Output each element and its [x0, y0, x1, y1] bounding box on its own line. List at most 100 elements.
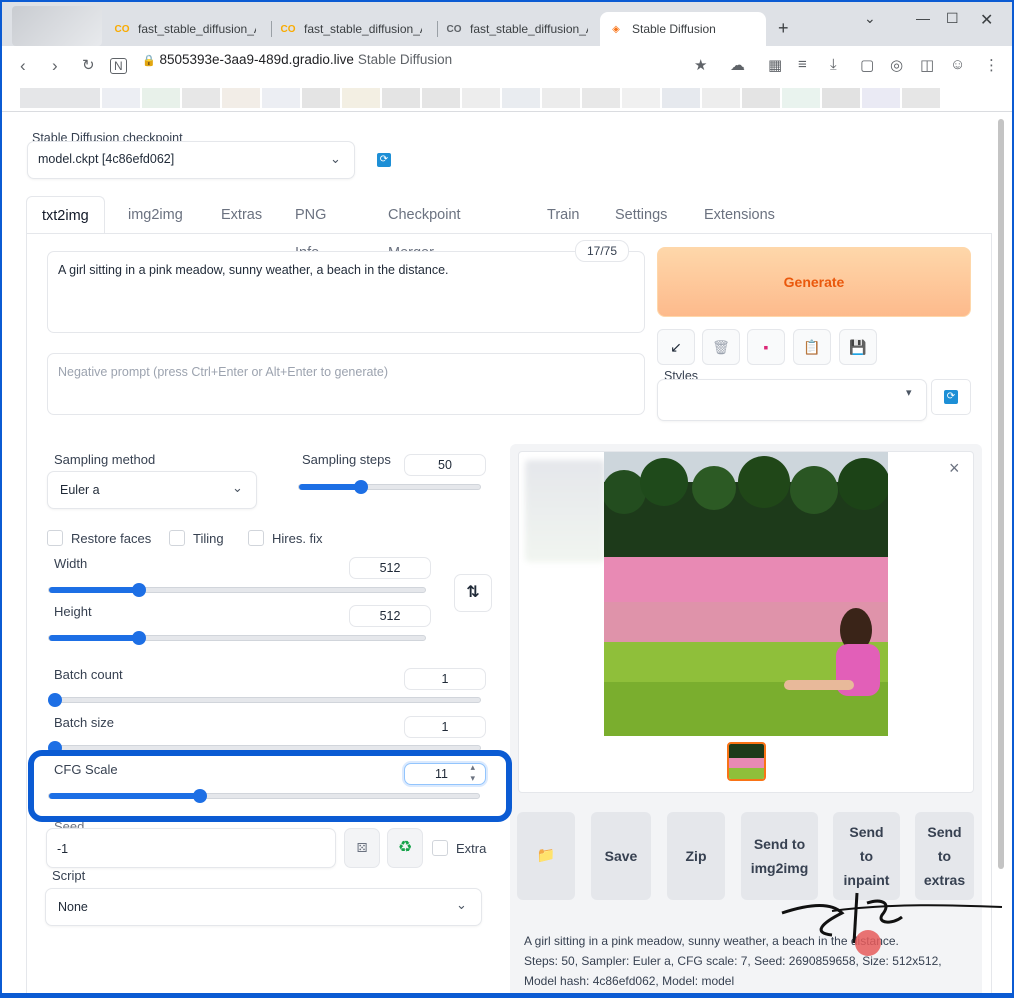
bookmark-item[interactable]: [462, 88, 500, 108]
tab-txt2img[interactable]: txt2img: [26, 196, 105, 234]
bookmark-item[interactable]: [822, 88, 860, 108]
bookmark-item[interactable]: [542, 88, 580, 108]
minimize-icon[interactable]: —: [916, 10, 930, 26]
screenshot-icon[interactable]: ◎: [890, 56, 903, 74]
bookmark-item[interactable]: [582, 88, 620, 108]
extension-icon[interactable]: ☁: [730, 56, 745, 74]
browser-tab-active[interactable]: ◈ Stable Diffusion: [600, 12, 766, 46]
slider-thumb[interactable]: [48, 693, 62, 707]
caret-down-icon: ▾: [906, 387, 912, 399]
restore-faces-checkbox[interactable]: Restore faces: [47, 530, 151, 546]
show-extra-networks-button[interactable]: ▪: [747, 329, 785, 365]
bookmark-star-icon[interactable]: ★: [694, 56, 707, 74]
address-bar: ‹ › ↻ N 🔒 8505393e-3aa9-489d.gradio.live…: [2, 46, 1012, 86]
bookmark-item[interactable]: [502, 88, 540, 108]
tab-img2img[interactable]: img2img: [128, 196, 183, 234]
tab-checkpoint-merger[interactable]: Checkpoint Merger: [388, 196, 461, 261]
bookmark-item[interactable]: [222, 88, 260, 108]
close-gallery-icon[interactable]: ×: [949, 458, 960, 479]
tab-train[interactable]: Train: [547, 196, 580, 234]
cast-icon[interactable]: ▢: [860, 56, 874, 74]
download-icon[interactable]: ⤓: [830, 56, 837, 73]
save-style-button[interactable]: 💾: [839, 329, 877, 365]
bookmark-item[interactable]: [662, 88, 700, 108]
maximize-icon[interactable]: ☐: [946, 10, 959, 27]
clear-prompt-button[interactable]: 🗑: [702, 329, 740, 365]
reuse-seed-button[interactable]: ♻: [387, 828, 423, 868]
bookmark-item[interactable]: [342, 88, 380, 108]
slider-thumb[interactable]: [353, 480, 368, 494]
refresh-checkpoint-button[interactable]: ⟳: [371, 147, 397, 173]
height-input[interactable]: 512: [349, 605, 431, 627]
batch-size-input[interactable]: 1: [404, 716, 486, 738]
bookmark-item[interactable]: [862, 88, 900, 108]
sidepanel-icon[interactable]: ◫: [920, 56, 934, 74]
zip-button[interactable]: Zip: [667, 812, 725, 900]
height-slider[interactable]: [48, 631, 426, 645]
bookmark-item[interactable]: [182, 88, 220, 108]
bookmark-item[interactable]: [902, 88, 940, 108]
bookmark-item[interactable]: [102, 88, 140, 108]
sampling-method-dropdown[interactable]: Euler a ⌄: [47, 471, 257, 509]
hires-fix-checkbox[interactable]: Hires. fix: [248, 530, 323, 546]
tab-settings[interactable]: Settings: [615, 196, 667, 234]
browser-tab-3[interactable]: CO fast_stable_diffusion_AU: [438, 12, 600, 46]
read-params-button[interactable]: ↙: [657, 329, 695, 365]
close-window-icon[interactable]: ✕: [980, 10, 993, 30]
seed-input[interactable]: -1: [46, 828, 336, 868]
bookmark-item[interactable]: [262, 88, 300, 108]
tab-png-info[interactable]: PNG Info: [295, 196, 326, 261]
bookmark-item[interactable]: [20, 88, 100, 108]
tab-extensions[interactable]: Extensions: [704, 196, 775, 234]
save-button[interactable]: Save: [591, 812, 651, 900]
bookmark-item[interactable]: [302, 88, 340, 108]
script-dropdown[interactable]: None ⌄: [45, 888, 482, 926]
width-slider[interactable]: [48, 583, 426, 597]
random-seed-button[interactable]: ⚄: [344, 828, 380, 868]
reload-icon[interactable]: ↻: [82, 56, 95, 74]
browser-tab-1[interactable]: CO fast_stable_diffusion_AU: [106, 12, 272, 46]
new-tab-button[interactable]: +: [778, 18, 789, 39]
width-input[interactable]: 512: [349, 557, 431, 579]
tab-search-icon[interactable]: ⌄: [864, 10, 876, 27]
reading-list-icon[interactable]: ≡: [798, 56, 807, 73]
tiling-checkbox[interactable]: Tiling: [169, 530, 224, 546]
prompt-textarea[interactable]: A girl sitting in a pink meadow, sunny w…: [47, 251, 645, 333]
tab-extras[interactable]: Extras: [221, 196, 262, 234]
bookmark-item[interactable]: [422, 88, 460, 108]
negative-prompt-textarea[interactable]: Negative prompt (press Ctrl+Enter or Alt…: [47, 353, 645, 415]
open-folder-button[interactable]: 📁: [517, 812, 575, 900]
signature-watermark: [781, 892, 1003, 956]
checkpoint-dropdown[interactable]: model.ckpt [4c86efd062] ⌄: [27, 141, 355, 179]
back-icon[interactable]: ‹: [20, 56, 26, 76]
folder-icon: 📁: [536, 847, 556, 864]
notion-icon[interactable]: N: [110, 58, 127, 74]
profile-icon[interactable]: ☺: [950, 56, 965, 73]
styles-dropdown[interactable]: ▾: [657, 379, 927, 421]
sampling-method-value: Euler a: [60, 483, 100, 497]
sampling-steps-input[interactable]: 50: [404, 454, 486, 476]
generated-image[interactable]: [604, 452, 888, 736]
sampling-steps-slider[interactable]: [298, 480, 481, 494]
bookmark-item[interactable]: [782, 88, 820, 108]
bookmark-item[interactable]: [742, 88, 780, 108]
extra-seed-checkbox[interactable]: Extra: [432, 840, 486, 856]
menu-icon[interactable]: ⋮: [984, 56, 999, 74]
refresh-styles-button[interactable]: ⟳: [931, 379, 971, 415]
generate-button[interactable]: Generate: [657, 247, 971, 317]
bookmark-item[interactable]: [382, 88, 420, 108]
apply-style-button[interactable]: 📋: [793, 329, 831, 365]
gallery-thumbnail[interactable]: [727, 742, 766, 781]
profile-decoration: [12, 6, 102, 46]
forward-icon[interactable]: ›: [52, 56, 58, 76]
batch-count-slider[interactable]: [48, 693, 481, 707]
url-field[interactable]: 🔒 8505393e-3aa9-489d.gradio.live Stable D…: [142, 52, 452, 67]
flag-icon[interactable]: ▦: [768, 56, 782, 74]
bookmark-item[interactable]: [142, 88, 180, 108]
page-scrollbar[interactable]: [998, 119, 1004, 869]
bookmark-item[interactable]: [702, 88, 740, 108]
swap-dimensions-button[interactable]: ⇅: [454, 574, 492, 612]
bookmark-item[interactable]: [622, 88, 660, 108]
browser-tab-2[interactable]: CO fast_stable_diffusion_AU: [272, 12, 438, 46]
batch-count-input[interactable]: 1: [404, 668, 486, 690]
